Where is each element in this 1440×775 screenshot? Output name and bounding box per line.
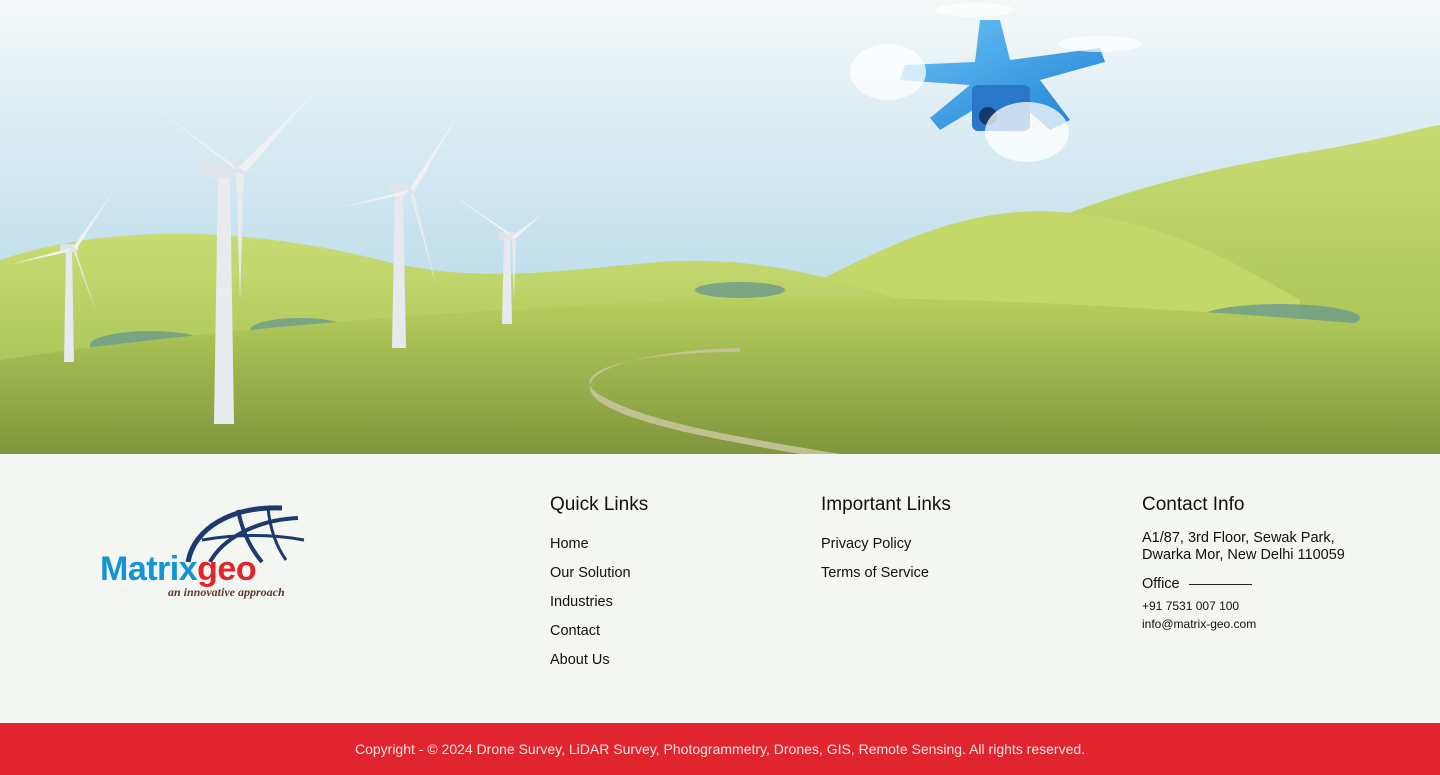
office-label-row: Office (1142, 576, 1402, 592)
email-link[interactable]: info@matrix-geo.com (1142, 617, 1402, 631)
important-links-list: Privacy Policy Terms of Service (821, 530, 951, 588)
hero-illustration (0, 0, 1440, 454)
important-link-privacy-policy[interactable]: Privacy Policy (821, 530, 951, 559)
address-line-2: Dwarka Mor, New Delhi 110059 (1142, 547, 1345, 563)
contact-address: A1/87, 3rd Floor, Sewak Park, Dwarka Mor… (1142, 530, 1402, 564)
copyright-text: Copyright - © 2024 Drone Survey, LiDAR S… (354, 741, 1086, 757)
quick-link-contact[interactable]: Contact (550, 617, 648, 646)
quick-links-heading: Quick Links (550, 494, 649, 515)
logo-tagline: an innovative approach (168, 585, 285, 599)
quick-links-column: Quick Links Home Our Solution Industries… (550, 494, 648, 675)
contact-info-heading: Contact Info (1142, 494, 1245, 515)
quick-link-our-solution[interactable]: Our Solution (550, 559, 648, 588)
landscape-scene (0, 0, 1440, 454)
address-line-1: A1/87, 3rd Floor, Sewak Park, (1142, 530, 1335, 546)
important-links-heading: Important Links (821, 494, 951, 515)
quick-link-about-us[interactable]: About Us (550, 646, 648, 675)
quick-links-list: Home Our Solution Industries Contact Abo… (550, 530, 648, 675)
site-footer: Matrixgeo an innovative approach Quick L… (0, 454, 1440, 723)
quick-link-industries[interactable]: Industries (550, 588, 648, 617)
office-label: Office (1142, 576, 1180, 592)
office-divider (1188, 583, 1252, 585)
contact-info-column: Contact Info A1/87, 3rd Floor, Sewak Par… (1142, 494, 1402, 631)
logo-word-red: geo (197, 550, 257, 588)
quick-link-home[interactable]: Home (550, 530, 648, 559)
important-link-terms-of-service[interactable]: Terms of Service (821, 559, 951, 588)
phone-link[interactable]: +91 7531 007 100 (1142, 599, 1402, 613)
logo-word-blue: Matrix (100, 550, 198, 588)
matrixgeo-logo[interactable]: Matrixgeo an innovative approach (98, 504, 322, 602)
logo-wordmark: Matrixgeo (100, 550, 257, 589)
copyright-bar: Copyright - © 2024 Drone Survey, LiDAR S… (0, 723, 1440, 775)
important-links-column: Important Links Privacy Policy Terms of … (821, 494, 951, 588)
